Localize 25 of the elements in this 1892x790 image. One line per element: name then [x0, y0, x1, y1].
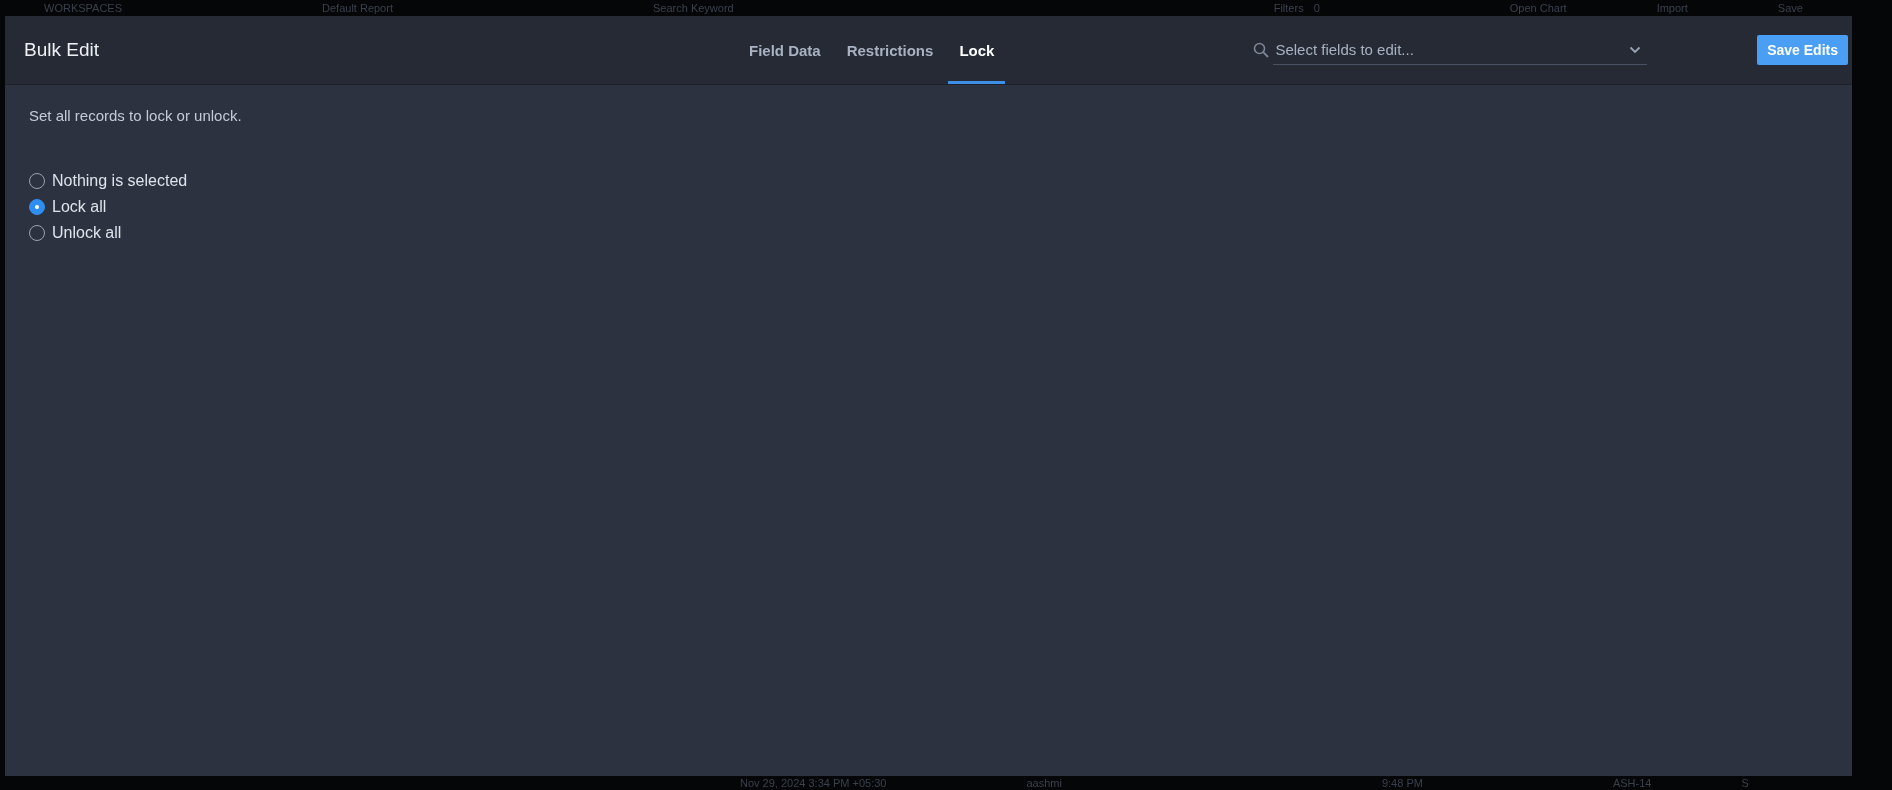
background-text: S — [1741, 777, 1749, 789]
option-label: Lock all — [52, 198, 107, 216]
background-text: Save — [1777, 2, 1803, 14]
option-label: Unlock all — [52, 224, 122, 242]
background-text: Search Keyword — [652, 2, 734, 14]
tab[interactable]: Field Data — [738, 16, 832, 84]
field-select[interactable]: Select fields to edit... — [1253, 35, 1652, 65]
background-text: aashmi — [1026, 777, 1062, 789]
background-text: Default Report — [322, 2, 393, 14]
radio-button[interactable] — [29, 199, 45, 215]
background-text: 9:48 PM — [1381, 777, 1423, 789]
search-icon — [1253, 42, 1270, 58]
description-text: Set all records to lock or unlock. — [29, 107, 243, 124]
background-text: ASH-14 — [1612, 777, 1652, 789]
background-text: Filters — [1273, 2, 1304, 14]
tab[interactable]: Restrictions — [835, 16, 945, 84]
dialog-title: Bulk Edit — [24, 39, 99, 61]
background-text: Nov 29, 2024 3:34 PM +05:30 — [740, 777, 887, 789]
caret-icon — [1629, 46, 1642, 54]
background-text: 0 — [1313, 2, 1320, 14]
background-text: Import — [1656, 2, 1688, 14]
background-text: WORKSPACES — [44, 2, 123, 14]
tab[interactable]: Lock — [948, 16, 1006, 84]
option-label: Nothing is selected — [52, 172, 188, 190]
background-text: Open Chart — [1509, 2, 1567, 14]
